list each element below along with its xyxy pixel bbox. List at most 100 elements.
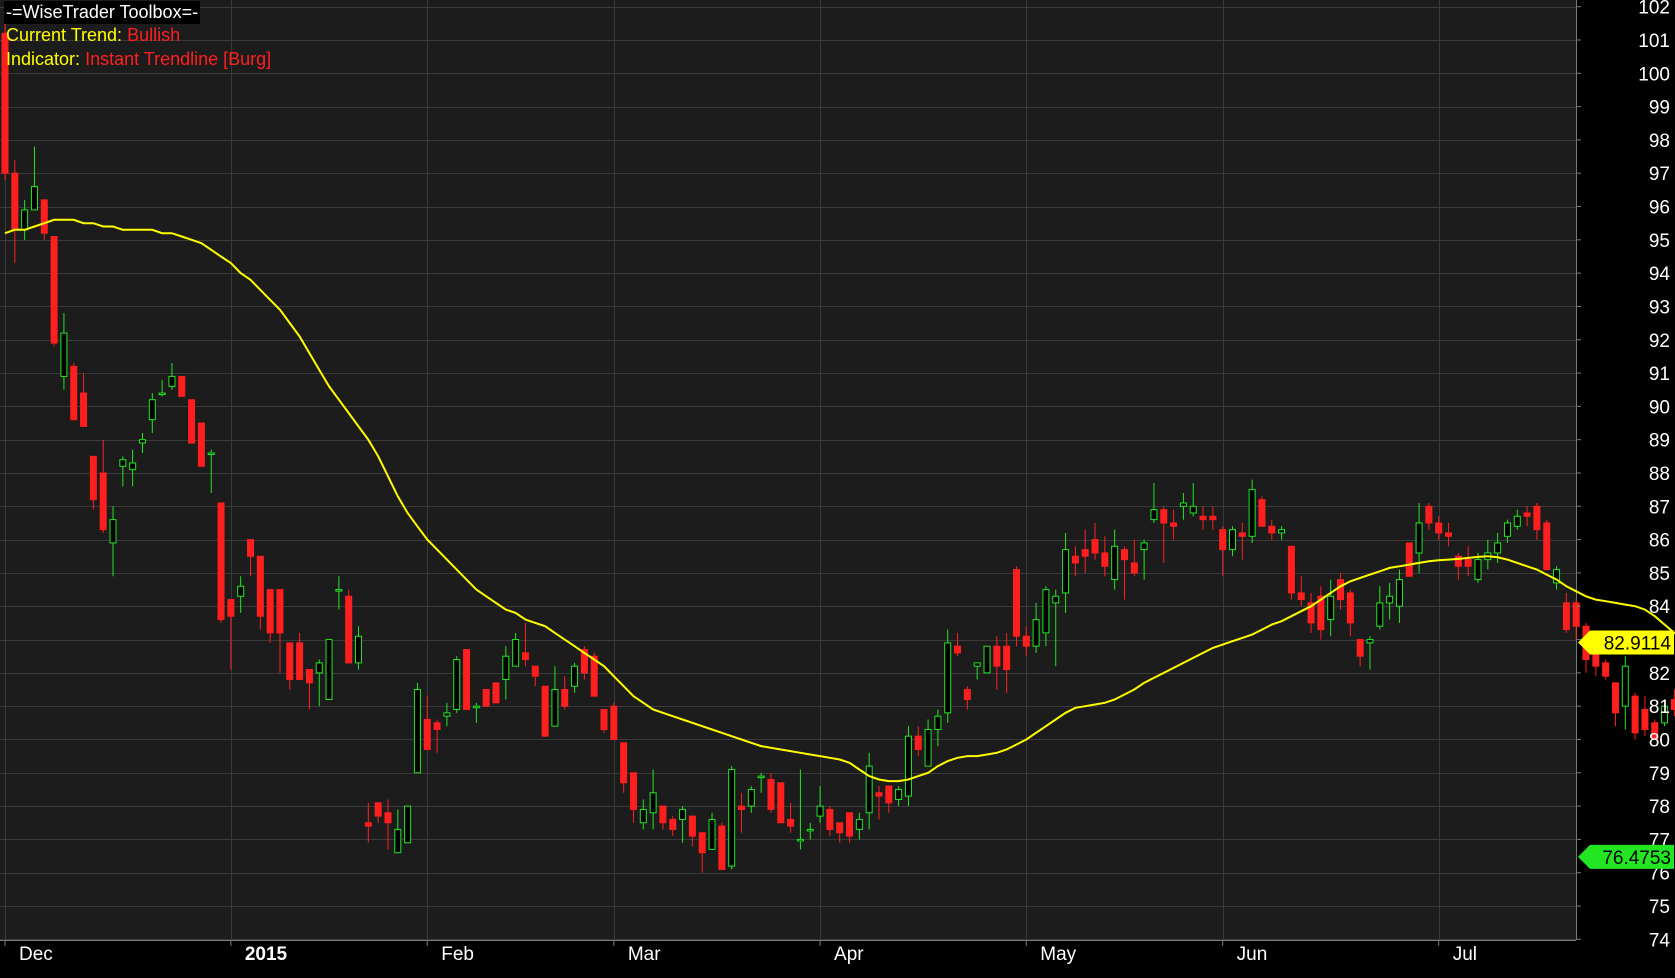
candle-up bbox=[1229, 529, 1236, 551]
candle-down bbox=[1258, 499, 1266, 527]
price-chart[interactable]: 7475767778798081828384858687888990919293… bbox=[0, 0, 1675, 978]
candle-down bbox=[531, 665, 539, 677]
y-tick-label: 74 bbox=[1649, 930, 1671, 951]
candle-down bbox=[345, 595, 353, 664]
x-tick-label: May bbox=[1040, 944, 1076, 965]
candle-down bbox=[1405, 542, 1413, 577]
candle-up bbox=[119, 459, 127, 467]
candle-up bbox=[1248, 489, 1256, 537]
candle-up bbox=[1111, 545, 1119, 581]
candle-down bbox=[1081, 549, 1089, 557]
candle-up bbox=[207, 452, 215, 456]
candle-down bbox=[590, 655, 598, 697]
candle-up bbox=[21, 209, 29, 231]
candle-down bbox=[718, 825, 726, 870]
candle-down bbox=[188, 399, 196, 444]
candle-down bbox=[70, 365, 78, 421]
x-tick-label: Dec bbox=[19, 944, 53, 965]
candle-down bbox=[1611, 682, 1619, 714]
candle-up bbox=[649, 792, 657, 814]
candle-up bbox=[315, 662, 323, 674]
candle-up bbox=[1395, 579, 1403, 607]
date-axis[interactable]: Dec 2015 Feb Mar Apr May Jun Jul bbox=[4, 940, 1477, 965]
candle-down bbox=[688, 815, 696, 837]
y-tick-label: 100 bbox=[1638, 64, 1670, 85]
y-tick-label: 86 bbox=[1649, 531, 1670, 552]
candle-down bbox=[1346, 592, 1354, 624]
y-tick-label: 84 bbox=[1649, 597, 1671, 618]
candle-down bbox=[875, 792, 883, 797]
candle-up bbox=[679, 808, 687, 820]
candle-up bbox=[1179, 502, 1187, 507]
candle-down bbox=[296, 642, 304, 681]
candle-down bbox=[40, 199, 48, 234]
candle-down bbox=[80, 392, 88, 427]
candle-up bbox=[708, 818, 716, 850]
candle-up bbox=[1513, 515, 1521, 527]
candle-down bbox=[1199, 515, 1207, 521]
candle-down bbox=[1209, 515, 1217, 521]
candle-down bbox=[993, 645, 1001, 667]
candle-down bbox=[227, 599, 235, 617]
indicator-value-text: 82.9114 bbox=[1604, 634, 1672, 655]
candle-down bbox=[541, 685, 549, 737]
candle-down bbox=[1641, 709, 1649, 730]
candle-down bbox=[178, 375, 186, 397]
candle-up bbox=[404, 805, 412, 844]
indicator-row: Indicator: Instant Trendline [Burg] bbox=[6, 48, 271, 71]
candle-down bbox=[463, 649, 471, 711]
candle-down bbox=[286, 642, 294, 681]
candle-down bbox=[1091, 539, 1099, 554]
candle-down bbox=[1012, 569, 1020, 637]
candle-up bbox=[571, 665, 579, 687]
candle-down bbox=[1523, 512, 1531, 517]
candle-down bbox=[561, 689, 569, 707]
candle-down bbox=[1464, 559, 1472, 567]
candle-down bbox=[1631, 695, 1639, 734]
candle-up bbox=[806, 828, 814, 832]
candle-down bbox=[1003, 645, 1011, 671]
y-tick-label: 95 bbox=[1649, 231, 1670, 252]
candle-down bbox=[738, 805, 745, 810]
candle-up bbox=[109, 519, 117, 544]
candle-down bbox=[266, 589, 274, 634]
candle-down bbox=[374, 802, 382, 817]
x-tick-label: 2015 bbox=[245, 944, 288, 965]
candle-up bbox=[747, 788, 755, 807]
candle-down bbox=[1071, 555, 1079, 564]
candle-up bbox=[1189, 505, 1197, 514]
candle-up bbox=[355, 635, 363, 664]
candle-up bbox=[168, 375, 176, 387]
candle-down bbox=[521, 652, 529, 661]
candle-down bbox=[1356, 639, 1364, 657]
candle-up bbox=[1140, 542, 1148, 551]
candle-up bbox=[1062, 549, 1070, 594]
candle-down bbox=[836, 822, 844, 834]
price-axis[interactable]: 7475767778798081828384858687888990919293… bbox=[1576, 0, 1670, 951]
candle-up bbox=[551, 689, 559, 727]
candle-up bbox=[865, 765, 873, 814]
app-title: -=WiseTrader Toolbox=- bbox=[4, 1, 201, 24]
candle-down bbox=[482, 689, 490, 707]
candle-down bbox=[914, 735, 922, 750]
candle-down bbox=[885, 785, 893, 804]
candle-up bbox=[983, 645, 991, 674]
candle-up bbox=[944, 642, 952, 714]
candle-down bbox=[1670, 699, 1675, 711]
y-tick-label: 88 bbox=[1649, 464, 1670, 485]
candle-up bbox=[796, 838, 804, 842]
candle-up bbox=[1042, 589, 1050, 634]
candle-down bbox=[197, 422, 205, 467]
candle-down bbox=[629, 772, 637, 810]
x-tick-label: Feb bbox=[441, 944, 474, 965]
current-trend-row: Current Trend: Bullish bbox=[6, 24, 180, 47]
y-tick-label: 78 bbox=[1649, 797, 1670, 818]
candle-up bbox=[904, 735, 912, 797]
y-tick-label: 93 bbox=[1649, 297, 1670, 318]
y-tick-label: 96 bbox=[1649, 198, 1670, 219]
y-tick-label: 101 bbox=[1638, 31, 1670, 52]
candle-down bbox=[610, 705, 618, 740]
y-tick-label: 92 bbox=[1649, 331, 1670, 352]
candle-up bbox=[453, 659, 461, 711]
candle-down bbox=[99, 472, 107, 531]
